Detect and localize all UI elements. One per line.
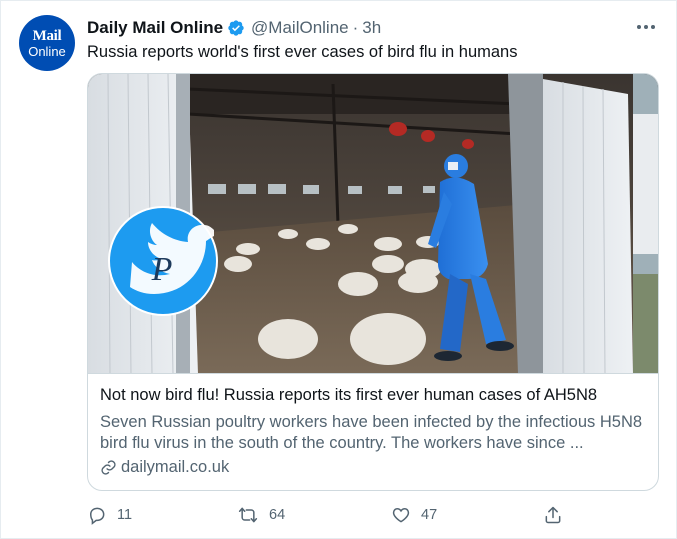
card-image[interactable]: P (88, 74, 658, 374)
share-icon (545, 506, 561, 524)
avatar-logo-line2: Online (28, 43, 66, 59)
svg-text:P: P (151, 251, 173, 288)
retweet-count: 64 (269, 507, 286, 523)
tweet[interactable]: Mail Online Daily Mail Online @MailOnlin… (0, 0, 677, 539)
like-button[interactable]: 47 (391, 501, 437, 529)
verified-badge-icon (228, 20, 244, 36)
account-handle[interactable]: @MailOnline (251, 18, 349, 38)
account-name[interactable]: Daily Mail Online (87, 18, 223, 38)
tweet-actions: 11 64 47 (87, 501, 567, 529)
like-icon (392, 507, 410, 523)
twitter-bird-icon: P (130, 223, 214, 294)
share-button[interactable] (543, 501, 573, 529)
reply-button[interactable]: 11 (87, 501, 132, 529)
tweet-text: Russia reports world's first ever cases … (87, 43, 518, 61)
card-description: Seven Russian poultry workers have been … (100, 413, 643, 452)
reply-icon (89, 507, 105, 525)
retweet-button[interactable]: 64 (237, 501, 285, 529)
twitter-bird-watermark: P (110, 208, 216, 314)
separator-dot: · (352, 18, 359, 37)
card-link-domain: dailymail.co.uk (121, 458, 230, 476)
avatar-logo-line1: Mail (32, 27, 62, 44)
link-icon (101, 460, 116, 475)
like-count: 47 (421, 507, 438, 523)
retweet-icon (238, 507, 258, 523)
link-card[interactable]: P Not now bird flu! Russia reports its f… (87, 73, 659, 491)
more-icon (637, 25, 641, 29)
card-title: Not now bird flu! Russia reports its fir… (100, 386, 598, 404)
card-link[interactable]: dailymail.co.uk (100, 458, 229, 477)
avatar[interactable]: Mail Online (19, 15, 75, 71)
more-options-button[interactable] (634, 17, 658, 37)
timestamp[interactable]: 3h (362, 18, 381, 38)
reply-count: 11 (117, 507, 133, 523)
tweet-header: Daily Mail Online @MailOnline · 3h (87, 17, 381, 39)
